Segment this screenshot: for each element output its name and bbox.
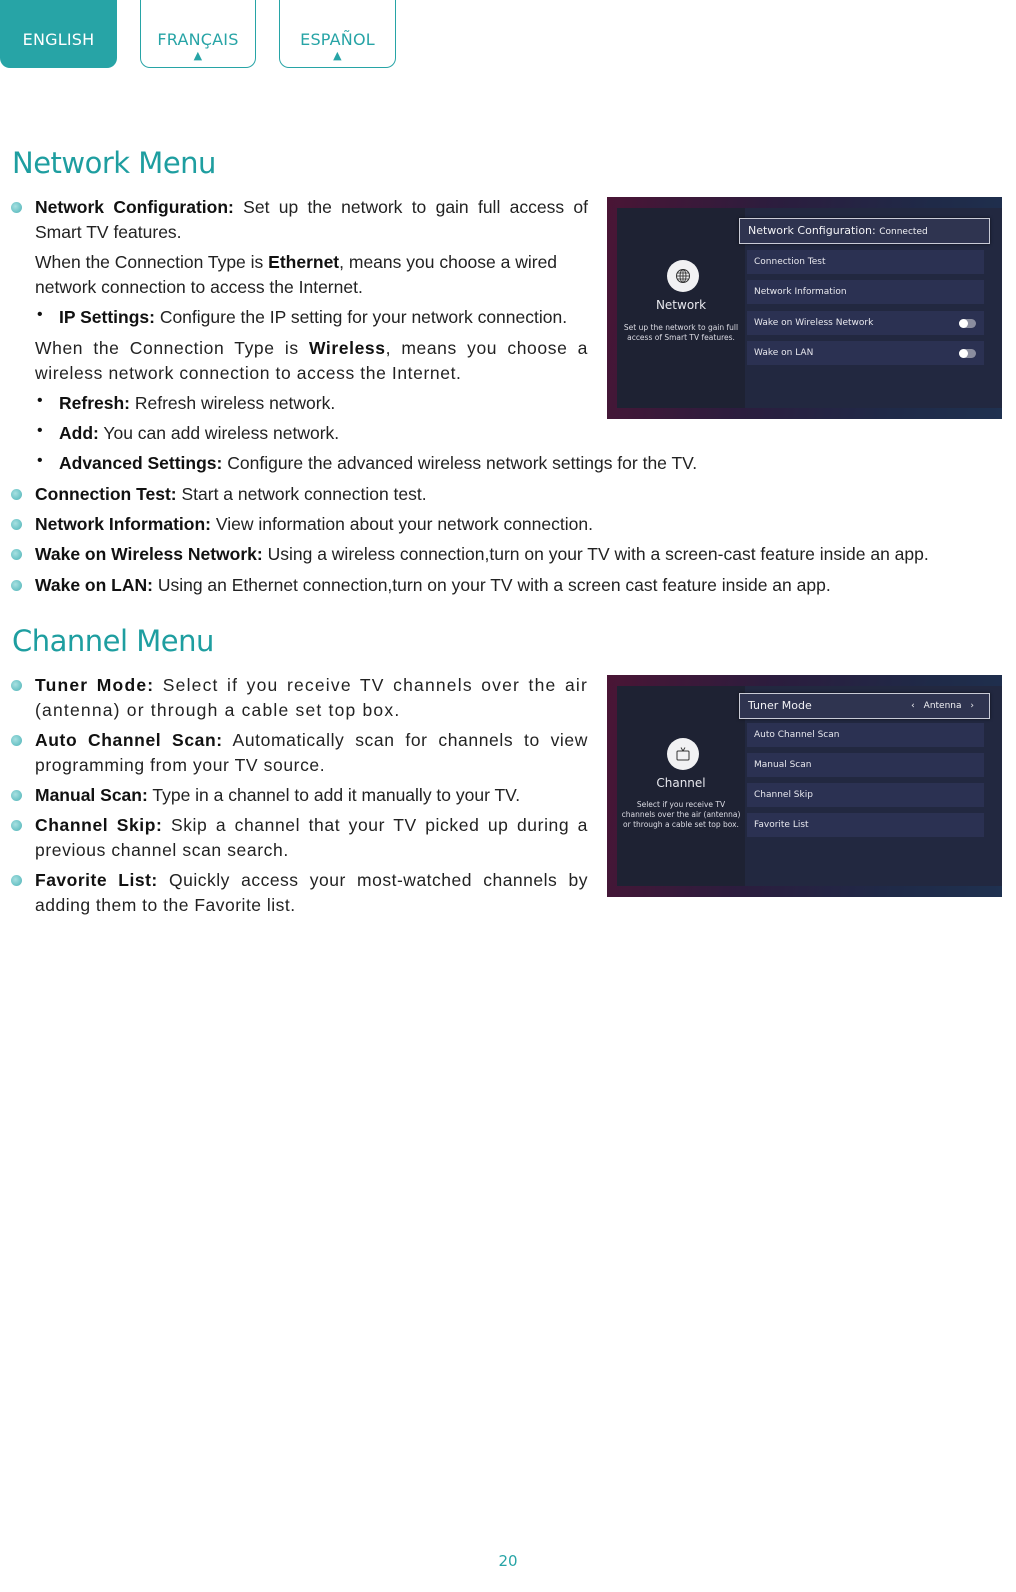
wake-on-lan-item: Wake on LAN: Using an Ethernet connectio… (35, 575, 831, 595)
connection-test-row[interactable]: Connection Test (747, 250, 984, 274)
row-label: Favorite List (754, 820, 809, 830)
row-label: Wake on Wireless Network (754, 318, 874, 328)
row-label: Connection Test (754, 257, 826, 267)
auto-channel-scan-item: Auto Channel Scan: Automatically scan fo… (35, 730, 588, 775)
wireless-paragraph: When the Connection Type is Wireless, me… (35, 338, 589, 383)
sub-bullet-icon: • (37, 306, 43, 323)
row-label: Channel Skip (754, 790, 813, 800)
row-label: Tuner Mode (748, 699, 812, 712)
channel-skip-item: Channel Skip: Skip a channel that your T… (35, 815, 589, 860)
tab-espanol[interactable]: ESPAÑOL ▲ (279, 0, 396, 68)
connection-test-item: Connection Test: Start a network connect… (35, 484, 427, 504)
tuner-mode-selector[interactable]: ‹ Antenna › (908, 694, 977, 718)
panel-title: Channel (656, 776, 706, 790)
network-menu-heading: Network Menu (12, 146, 216, 180)
sub-bullet-icon: • (37, 452, 43, 469)
page-number: 20 (498, 1552, 518, 1570)
bullet-icon (11, 580, 22, 591)
auto-channel-scan-row[interactable]: Auto Channel Scan (747, 723, 984, 747)
sub-bullet-icon: • (37, 392, 43, 409)
manual-scan-item: Manual Scan: Type in a channel to add it… (35, 785, 521, 805)
ethernet-paragraph: When the Connection Type is Ethernet, me… (35, 252, 558, 297)
ip-settings-item: IP Settings: Configure the IP setting fo… (59, 307, 568, 327)
row-label: Network Configuration: (748, 224, 876, 237)
network-configuration-row[interactable]: Network Configuration: Connected (739, 218, 990, 244)
bullet-icon (11, 519, 22, 530)
bullet-icon (11, 735, 22, 746)
triangle-up-icon: ▲ (193, 49, 203, 62)
advanced-settings-item: Advanced Settings: Configure the advance… (59, 453, 698, 473)
manual-scan-row[interactable]: Manual Scan (747, 753, 984, 777)
wake-on-lan-toggle[interactable] (959, 349, 976, 358)
channel-menu-screenshot: Channel Select if you receive TV channel… (607, 675, 1002, 897)
add-item: Add: You can add wireless network. (59, 423, 340, 443)
wake-on-wireless-item: Wake on Wireless Network: Using a wirele… (35, 544, 929, 564)
network-configuration-item: Network Configuration: Set up the networ… (35, 197, 588, 242)
network-info-panel: Network Set up the network to gain full … (617, 208, 745, 408)
channel-menu-heading: Channel Menu (12, 624, 214, 658)
bullet-icon (11, 680, 22, 691)
connection-status: Connected (879, 227, 928, 237)
bullet-icon (11, 202, 22, 213)
bullet-icon (11, 820, 22, 831)
bullet-icon (11, 875, 22, 886)
row-label: Auto Channel Scan (754, 730, 840, 740)
channel-info-panel: Channel Select if you receive TV channel… (617, 686, 745, 886)
tab-english[interactable]: ENGLISH (0, 0, 117, 68)
tab-francais[interactable]: FRANÇAIS ▲ (140, 0, 256, 68)
row-label: Manual Scan (754, 760, 812, 770)
wake-on-lan-row[interactable]: Wake on LAN (747, 341, 984, 365)
tab-english-label: ENGLISH (22, 30, 95, 49)
refresh-item: Refresh: Refresh wireless network. (59, 393, 336, 413)
network-information-row[interactable]: Network Information (747, 280, 984, 304)
network-information-item: Network Information: View information ab… (35, 514, 593, 534)
tab-espanol-label: ESPAÑOL (300, 30, 375, 49)
tv-icon (667, 738, 699, 770)
tab-francais-label: FRANÇAIS (157, 30, 239, 49)
tuner-mode-item: Tuner Mode: Select if you receive TV cha… (35, 675, 588, 720)
chevron-right-icon[interactable]: › (970, 701, 974, 711)
row-label: Network Information (754, 287, 847, 297)
tuner-mode-row[interactable]: Tuner Mode ‹ Antenna › (739, 693, 990, 719)
panel-description: Set up the network to gain full access o… (623, 323, 739, 342)
globe-icon (667, 260, 699, 292)
bullet-icon (11, 549, 22, 560)
favorite-list-item: Favorite List: Quickly access your most-… (35, 870, 588, 915)
row-label: Wake on LAN (754, 348, 814, 358)
network-menu-screenshot: Network Set up the network to gain full … (607, 197, 1002, 419)
bullet-icon (11, 790, 22, 801)
tuner-mode-value: Antenna (923, 701, 962, 711)
favorite-list-row[interactable]: Favorite List (747, 813, 984, 837)
channel-skip-row[interactable]: Channel Skip (747, 783, 984, 807)
panel-title: Network (655, 298, 707, 312)
wake-on-wireless-row[interactable]: Wake on Wireless Network (747, 311, 984, 335)
chevron-left-icon[interactable]: ‹ (911, 701, 915, 711)
wake-on-wireless-toggle[interactable] (959, 319, 976, 328)
panel-description: Select if you receive TV channels over t… (621, 800, 741, 829)
sub-bullet-icon: • (37, 422, 43, 439)
triangle-up-icon: ▲ (333, 49, 342, 62)
bullet-icon (11, 489, 22, 500)
